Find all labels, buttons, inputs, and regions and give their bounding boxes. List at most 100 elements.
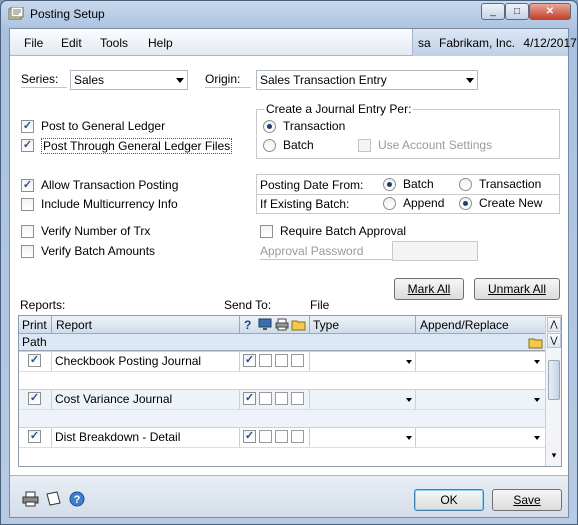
maximize-icon: □ (513, 6, 521, 17)
verify-batch-label: Verify Batch Amounts (41, 244, 156, 258)
journal-batch-radio[interactable] (263, 139, 276, 152)
approval-password-field[interactable] (392, 241, 478, 261)
allow-trx-posting-label: Allow Transaction Posting (41, 178, 179, 192)
menu-file[interactable]: File (24, 36, 43, 50)
mark-all-button[interactable]: Mark All (394, 278, 464, 300)
printer-icon[interactable] (275, 318, 289, 331)
origin-value: Sales Transaction Entry (260, 73, 387, 87)
maximize-button[interactable]: □ (505, 3, 529, 20)
table-row[interactable]: ✓ Checkbook Posting Journal ✓ (19, 351, 545, 371)
print-checkbox[interactable]: ✓ (28, 430, 41, 443)
close-button[interactable]: ✕ (529, 3, 571, 20)
table-row[interactable]: ✓ Cost Variance Journal ✓ (19, 389, 545, 409)
printer-checkbox[interactable] (259, 430, 272, 443)
help-icon[interactable]: ? (69, 491, 85, 507)
grid-header: Print Report ? Type Append/Replace (19, 316, 545, 334)
use-account-settings-label: Use Account Settings (378, 138, 493, 152)
file-label: File (310, 298, 330, 312)
screen-icon[interactable] (258, 318, 272, 331)
print-cell: ✓ (19, 428, 52, 447)
allow-trx-posting-checkbox[interactable]: ✓ (21, 179, 34, 192)
user-info-bar: sa Fabrikam, Inc. 4/12/2017 (412, 29, 577, 56)
table-row-path[interactable] (19, 447, 545, 465)
scroll-thumb[interactable] (548, 360, 560, 400)
menu-tools[interactable]: Tools (100, 36, 128, 50)
print-checkbox[interactable]: ✓ (28, 354, 41, 367)
chevron-down-icon (406, 360, 412, 364)
post-gl-checkbox[interactable]: ✓ (21, 120, 34, 133)
ok-label: OK (440, 493, 458, 507)
screen-checkbox[interactable]: ✓ (243, 354, 256, 367)
menu-help[interactable]: Help (148, 36, 173, 50)
file-checkbox[interactable] (275, 430, 288, 443)
send-to-cell: ✓ (240, 428, 310, 447)
unmark-all-button[interactable]: Unmark All (474, 278, 560, 300)
folder-icon[interactable] (528, 336, 543, 349)
file-checkbox[interactable] (275, 392, 288, 405)
append-replace-dropdown[interactable] (416, 428, 545, 447)
col-report[interactable]: Report (56, 318, 92, 332)
posting-date-divider (256, 194, 560, 195)
screen-checkbox[interactable]: ✓ (243, 430, 256, 443)
append-replace-dropdown[interactable] (416, 352, 545, 371)
col-help-icon[interactable]: ? (244, 318, 251, 332)
ok-button[interactable]: OK (414, 489, 484, 511)
post-through-gl-checkbox[interactable]: ✓ (21, 139, 34, 152)
existing-batch-label: If Existing Batch: (260, 197, 350, 211)
note-icon[interactable] (44, 491, 62, 507)
printer-icon[interactable] (22, 491, 40, 507)
send-to-cell: ✓ (240, 352, 310, 371)
file-checkbox[interactable] (275, 354, 288, 367)
expand-rows-icon[interactable]: ⋁ (547, 333, 561, 348)
verify-batch-checkbox[interactable] (21, 245, 34, 258)
table-row[interactable]: ✓ Dist Breakdown - Detail ✓ (19, 427, 545, 447)
include-multicurrency-checkbox[interactable] (21, 198, 34, 211)
journal-batch-label: Batch (283, 138, 314, 152)
email-checkbox[interactable] (291, 430, 304, 443)
col-separator (51, 316, 52, 334)
table-row-path[interactable] (19, 371, 545, 389)
verify-trx-checkbox[interactable] (21, 225, 34, 238)
folder-icon[interactable] (291, 318, 306, 331)
minimize-button[interactable]: _ (481, 3, 505, 20)
table-row-path[interactable] (19, 409, 545, 427)
append-replace-dropdown[interactable] (416, 390, 545, 409)
origin-label: Origin: (205, 72, 251, 88)
print-checkbox[interactable]: ✓ (28, 392, 41, 405)
existing-batch-create-new-radio[interactable] (459, 197, 472, 210)
type-dropdown[interactable] (310, 428, 416, 447)
svg-text:?: ? (74, 494, 81, 506)
menu-bar: File Edit Tools Help sa Fabrikam, Inc. 4… (10, 29, 577, 56)
printer-checkbox[interactable] (259, 392, 272, 405)
require-batch-approval-checkbox[interactable] (260, 225, 273, 238)
posting-date-transaction-label: Transaction (479, 177, 542, 191)
collapse-rows-icon[interactable]: ⋀ (547, 317, 561, 332)
title-bar[interactable]: Posting Setup _ □ ✕ (1, 1, 577, 28)
series-label: Series: (21, 72, 67, 88)
posting-setup-icon (8, 7, 24, 20)
posting-date-batch-radio[interactable] (383, 178, 396, 191)
print-cell: ✓ (19, 390, 52, 409)
col-type[interactable]: Type (313, 318, 339, 332)
grid-scrollbar[interactable]: ⋀ ⋁ ▾ (545, 316, 561, 466)
posting-date-transaction-radio[interactable] (459, 178, 472, 191)
chevron-down-icon (534, 360, 540, 364)
col-separator (309, 316, 310, 334)
existing-batch-append-radio[interactable] (383, 197, 396, 210)
series-dropdown[interactable]: Sales (70, 70, 188, 90)
email-checkbox[interactable] (291, 392, 304, 405)
menu-edit[interactable]: Edit (61, 36, 82, 50)
printer-checkbox[interactable] (259, 354, 272, 367)
scroll-down-icon[interactable]: ▾ (547, 449, 561, 464)
save-button[interactable]: Save (492, 489, 562, 511)
email-checkbox[interactable] (291, 354, 304, 367)
journal-transaction-radio[interactable] (263, 120, 276, 133)
type-dropdown[interactable] (310, 352, 416, 371)
screen-checkbox[interactable]: ✓ (243, 392, 256, 405)
col-print[interactable]: Print (22, 318, 47, 332)
journal-entry-group-title: Create a Journal Entry Per: (264, 102, 414, 116)
col-append-replace[interactable]: Append/Replace (420, 318, 509, 332)
use-account-settings-checkbox[interactable] (358, 139, 371, 152)
origin-dropdown[interactable]: Sales Transaction Entry (256, 70, 478, 90)
type-dropdown[interactable] (310, 390, 416, 409)
